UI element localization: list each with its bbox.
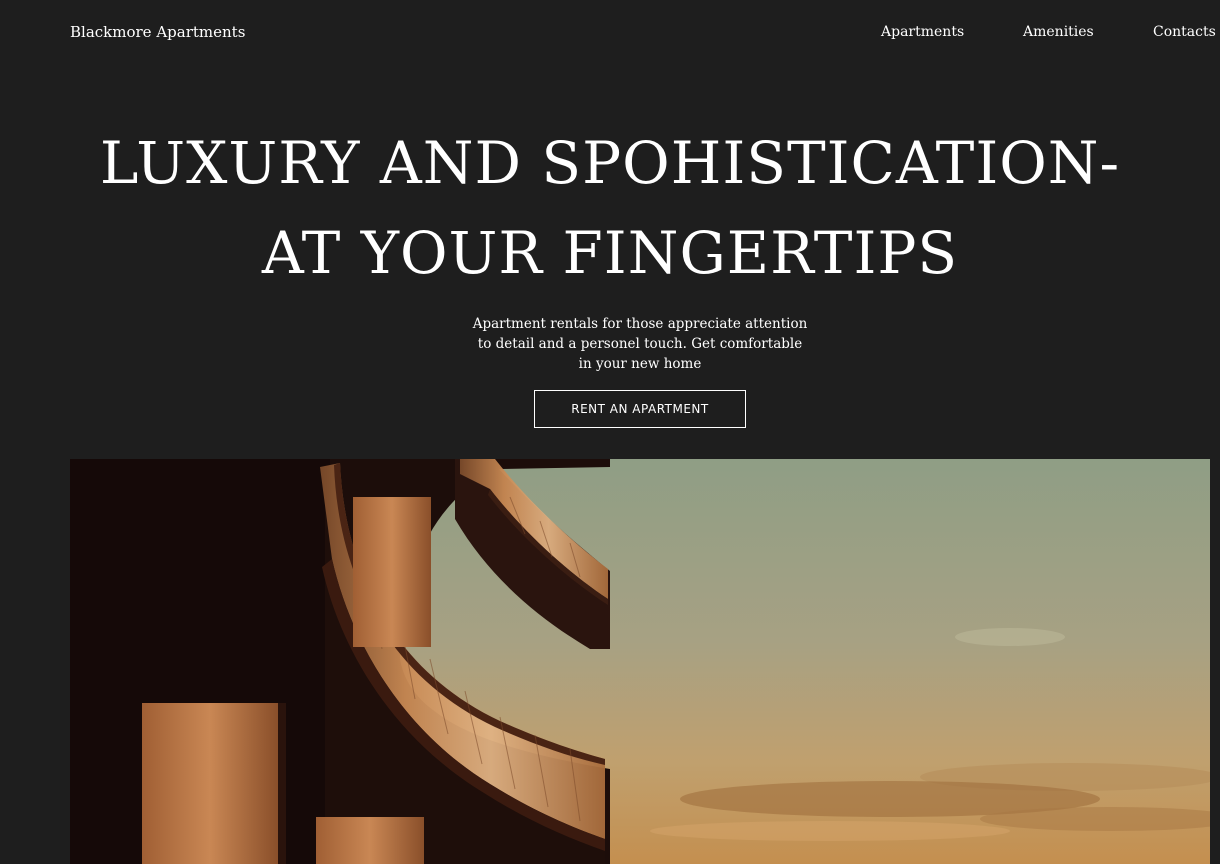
building-illustration (70, 459, 1210, 864)
nav-link-apartments[interactable]: Apartments (881, 20, 964, 44)
nav-link-contacts[interactable]: Contacts (1153, 20, 1216, 44)
hero-title: LUXURY AND SPOHISTICATION- AT YOUR FINGE… (0, 118, 1220, 298)
rent-apartment-button[interactable]: RENT AN APARTMENT (534, 390, 746, 428)
hero-building-photo (70, 459, 1210, 864)
main-nav: Apartments Amenities Contacts (0, 20, 1220, 44)
nav-link-amenities[interactable]: Amenities (1023, 20, 1094, 44)
hero-title-line-1: LUXURY AND SPOHISTICATION- (99, 129, 1121, 197)
hero-title-line-2: AT YOUR FINGERTIPS (261, 219, 959, 287)
hero-subtitle: Apartment rentals for those appreciate a… (472, 316, 808, 372)
